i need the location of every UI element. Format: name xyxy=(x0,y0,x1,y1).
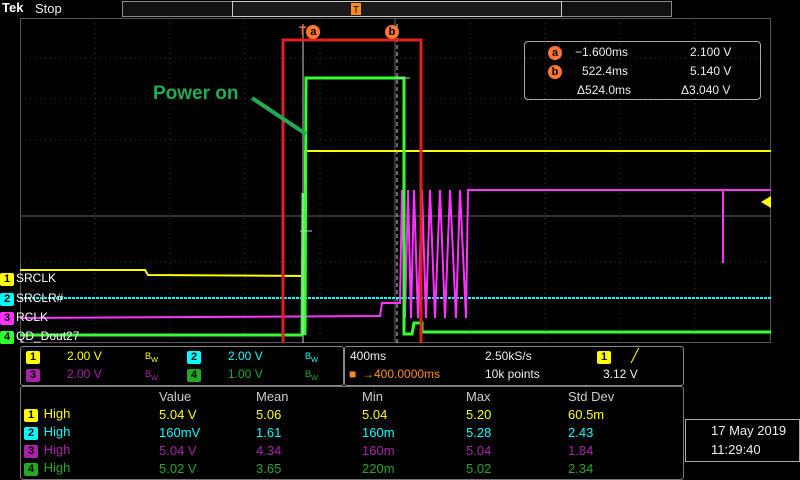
cursor-delta-volt: Δ3.040 V xyxy=(681,83,731,97)
cursor-a-icon: a xyxy=(548,46,562,60)
power-on-annotation: Power on xyxy=(153,83,239,104)
ch4-label[interactable]: 4 QD_Dout27 xyxy=(0,329,79,344)
cursor-readout: a −1.600ms 2.100 V b 522.4ms 5.140 V Δ52… xyxy=(524,41,761,100)
ch3-bw-icon: BW xyxy=(145,369,159,382)
measurement-row-ch3: 3 High 5.04 V 4.34 160m 5.04 1.84 xyxy=(24,441,668,459)
ch3-label[interactable]: 3 RCLK xyxy=(0,310,48,325)
vertical-settings-panel[interactable]: 1 2.00 V BW 2 2.00 V BW 3 2.00 V BW 4 1.… xyxy=(20,346,344,386)
ch2-scale: 2.00 V xyxy=(228,349,263,363)
horizontal-position: →400.0000ms xyxy=(362,367,441,381)
trigger-level: 3.12 V xyxy=(603,367,638,381)
cursor-b-icon: b xyxy=(548,65,562,79)
ch4-scale: 1.00 V xyxy=(228,367,263,381)
cursor-a-time: −1.600ms xyxy=(575,45,629,59)
trigger-level-icon xyxy=(761,196,771,208)
trigger-slope-icon: ╱ xyxy=(631,348,639,363)
cursor-a-volt: 2.100 V xyxy=(690,45,732,59)
measurement-row-ch1: 1 High 5.04 V 5.06 5.04 5.20 60.5m xyxy=(24,405,668,423)
cursor-b-time: 522.4ms xyxy=(582,64,629,78)
time-text: 11:29:40 xyxy=(711,442,761,457)
measurement-row-ch2: 2 High 160mV 1.61 160m 5.28 2.43 xyxy=(24,423,668,441)
trigger-source: 1 xyxy=(597,351,611,364)
svg-text:T: T xyxy=(353,5,359,16)
ch1-label[interactable]: 1 SRCLK xyxy=(0,271,56,286)
ch2-label[interactable]: 2 SRCLR# xyxy=(0,291,63,306)
horizontal-settings-panel[interactable]: 400ms 2.50kS/s 1 ╱ ■ →400.0000ms 10k poi… xyxy=(344,346,684,386)
measurements-panel: Value Mean Min Max Std Dev 1 High 5.04 V… xyxy=(20,386,684,480)
datetime-box: 17 May 2019 11:29:40 xyxy=(685,419,800,462)
brand-logo: Tek xyxy=(2,0,24,15)
ch4-bw-icon: BW xyxy=(305,369,319,382)
ch1-bw-icon: BW xyxy=(145,351,159,364)
cursor-b-volt: 5.140 V xyxy=(690,64,732,78)
trigger-position-icon: T xyxy=(351,3,361,16)
ch2-bw-icon: BW xyxy=(305,351,319,364)
record-length: 10k points xyxy=(485,367,540,381)
cursor-delta-time: Δ524.0ms xyxy=(577,83,632,97)
measurement-row-ch4: 4 High 5.02 V 3.65 220m 5.02 2.34 xyxy=(24,459,668,477)
sample-rate: 2.50kS/s xyxy=(485,349,532,363)
annotation-arrow xyxy=(250,96,308,136)
record-view-window[interactable] xyxy=(232,1,562,17)
ch3-scale: 2.00 V xyxy=(67,367,102,381)
date-text: 17 May 2019 xyxy=(711,423,787,438)
run-state[interactable]: Stop xyxy=(35,1,62,16)
cursor-a-badge[interactable]: Ta xyxy=(299,22,321,40)
cursor-b-badge[interactable]: b xyxy=(385,22,399,40)
trigger-pos-icon: ■ xyxy=(349,367,357,381)
measurements-table: Value Mean Min Max Std Dev 1 High 5.04 V… xyxy=(24,387,668,477)
ch1-scale: 2.00 V xyxy=(67,349,102,363)
status-bar: Tek Stop T xyxy=(0,0,800,18)
timebase: 400ms xyxy=(350,349,387,363)
